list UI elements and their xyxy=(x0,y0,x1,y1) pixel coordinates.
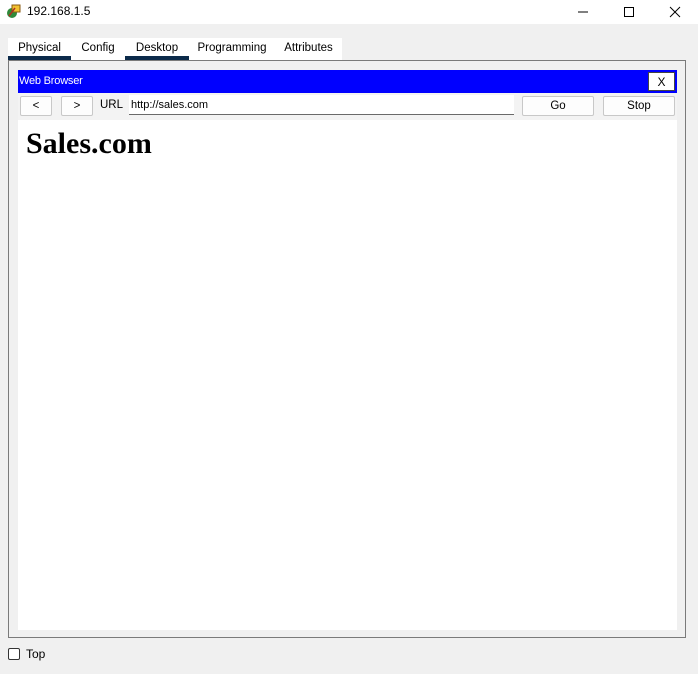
close-window-button[interactable] xyxy=(652,0,698,24)
footer: Top xyxy=(8,647,45,661)
url-label: URL xyxy=(100,99,124,111)
web-browser-app: Web Browser X < > URL Go Stop Sales.com xyxy=(18,70,677,630)
go-button[interactable]: Go xyxy=(522,96,594,116)
top-checkbox[interactable] xyxy=(8,648,20,660)
browser-title-bar: Web Browser X xyxy=(18,70,677,93)
browser-close-button[interactable]: X xyxy=(648,72,675,91)
forward-button[interactable]: > xyxy=(61,96,93,116)
tab-programming-label: Programming xyxy=(197,42,267,54)
tab-programming[interactable]: Programming xyxy=(189,38,275,60)
maximize-button[interactable] xyxy=(606,0,652,24)
browser-nav-bar: < > URL Go Stop xyxy=(18,93,677,120)
tab-config-label: Config xyxy=(81,42,115,54)
tab-physical-label: Physical xyxy=(18,42,61,54)
app-icon xyxy=(6,3,22,19)
device-tab-bar: Physical Config Desktop Programming Attr… xyxy=(8,38,342,60)
desktop-panel: Web Browser X < > URL Go Stop Sales.com xyxy=(8,60,686,638)
tab-desktop[interactable]: Desktop xyxy=(125,38,189,60)
minimize-button[interactable] xyxy=(560,0,606,24)
tab-attributes[interactable]: Attributes xyxy=(275,38,342,60)
window-title-bar: 192.168.1.5 xyxy=(0,0,698,24)
browser-page-content: Sales.com xyxy=(18,120,677,630)
tab-attributes-label: Attributes xyxy=(284,42,333,54)
close-icon xyxy=(669,6,681,18)
tab-physical[interactable]: Physical xyxy=(8,38,71,60)
tab-config[interactable]: Config xyxy=(71,38,125,60)
maximize-icon xyxy=(624,7,634,17)
url-input[interactable] xyxy=(129,95,514,115)
window-title: 192.168.1.5 xyxy=(27,4,91,18)
stop-button[interactable]: Stop xyxy=(603,96,675,116)
browser-title: Web Browser xyxy=(19,75,83,87)
forward-icon: > xyxy=(73,100,81,112)
page-heading: Sales.com xyxy=(26,127,152,160)
minimize-icon xyxy=(578,11,588,13)
top-checkbox-label: Top xyxy=(26,647,46,661)
back-icon: < xyxy=(32,100,40,112)
back-button[interactable]: < xyxy=(20,96,52,116)
tab-desktop-label: Desktop xyxy=(135,42,179,54)
